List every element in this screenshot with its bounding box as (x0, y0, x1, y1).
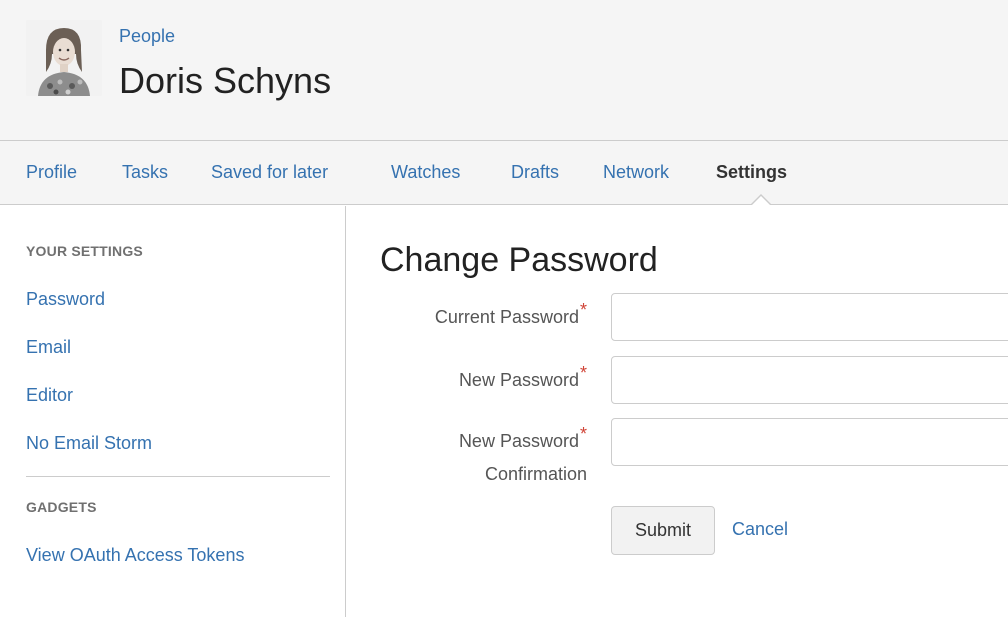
profile-nav: Profile Tasks Saved for later Watches Dr… (0, 141, 1008, 205)
sidebar-item-password[interactable]: Password (26, 289, 105, 310)
current-password-label: Current Password* (434, 300, 587, 331)
settings-sidebar: YOUR SETTINGS Password Email Editor No E… (0, 206, 346, 617)
current-password-label-text: Current Password (434, 307, 579, 327)
tab-settings[interactable]: Settings (716, 162, 787, 183)
active-tab-caret-fill (751, 196, 771, 206)
new-password-input[interactable] (611, 356, 1008, 404)
breadcrumb-people[interactable]: People (119, 26, 175, 47)
avatar[interactable] (26, 20, 102, 96)
required-marker: * (579, 363, 587, 383)
new-password-label-text: New Password (458, 370, 579, 390)
tab-saved-for-later[interactable]: Saved for later (211, 162, 328, 183)
avatar-image (26, 20, 102, 96)
tab-watches[interactable]: Watches (391, 162, 460, 183)
sidebar-divider (26, 476, 330, 477)
tab-network[interactable]: Network (603, 162, 669, 183)
form-title: Change Password (380, 241, 658, 279)
sidebar-item-view-oauth-access-tokens[interactable]: View OAuth Access Tokens (26, 545, 244, 566)
sidebar-item-editor[interactable]: Editor (26, 385, 73, 406)
tab-profile[interactable]: Profile (26, 162, 77, 183)
new-password-label: New Password* (458, 363, 587, 394)
confirm-password-label: New Password* (458, 424, 587, 455)
tab-drafts[interactable]: Drafts (511, 162, 559, 183)
sidebar-heading-gadgets: GADGETS (26, 499, 97, 515)
required-marker: * (579, 300, 587, 320)
current-password-input[interactable] (611, 293, 1008, 341)
confirm-password-input[interactable] (611, 418, 1008, 466)
confirm-password-label-text-line1: New Password (458, 431, 579, 451)
profile-header: People Doris Schyns (0, 0, 1008, 141)
sidebar-heading-your-settings: YOUR SETTINGS (26, 243, 143, 259)
confirm-password-label-line2: Confirmation (484, 464, 587, 484)
required-marker: * (579, 424, 587, 444)
sidebar-item-no-email-storm[interactable]: No Email Storm (26, 433, 152, 454)
cancel-link[interactable]: Cancel (732, 519, 788, 540)
submit-button[interactable]: Submit (611, 506, 715, 555)
page-title: Doris Schyns (119, 60, 332, 101)
tab-tasks[interactable]: Tasks (122, 162, 168, 183)
sidebar-item-email[interactable]: Email (26, 337, 71, 358)
